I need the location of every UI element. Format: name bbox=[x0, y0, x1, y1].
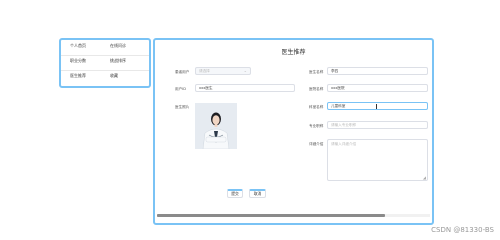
doctor-photo[interactable] bbox=[195, 103, 237, 149]
menu-item-sort[interactable]: 挑战排序 bbox=[110, 58, 126, 64]
cancel-button[interactable]: 取消 bbox=[249, 189, 266, 198]
category-label: 患者用户 bbox=[175, 70, 190, 74]
username-label: 用户ID bbox=[175, 87, 187, 91]
menu-item-consult[interactable]: 在线问诊 bbox=[110, 43, 126, 49]
category-placeholder: 请选择 bbox=[199, 69, 210, 73]
resize-handle-icon[interactable]: ◢ bbox=[423, 176, 426, 180]
doctor-portrait-image bbox=[195, 103, 237, 149]
horizontal-scrollbar[interactable] bbox=[157, 214, 430, 217]
username-field[interactable]: xxx医生 bbox=[195, 84, 295, 92]
menu-row: 职业分数 挑战排序 bbox=[61, 55, 149, 71]
department-value: 儿童科室 bbox=[331, 104, 346, 108]
chevron-down-icon: ⌄ bbox=[243, 68, 247, 73]
hospital-label: 医院名称 bbox=[309, 87, 324, 91]
title-label: 专业职称 bbox=[309, 124, 324, 128]
menu-row: 个人首页 在线问诊 bbox=[61, 40, 149, 56]
photo-label: 医生照片 bbox=[175, 105, 190, 109]
page-title: 医生推荐 bbox=[281, 49, 306, 56]
intro-label: 详细介绍 bbox=[309, 142, 324, 146]
scrollbar-thumb[interactable] bbox=[157, 214, 385, 217]
submit-button[interactable]: 提交 bbox=[227, 189, 243, 198]
intro-placeholder: 请输入详细介绍 bbox=[331, 142, 357, 146]
title-field[interactable]: 请输入专业职称 bbox=[327, 121, 428, 129]
menu-item-home[interactable]: 个人首页 bbox=[70, 43, 86, 49]
name-field[interactable]: 李四 bbox=[327, 67, 428, 75]
doctor-form-panel: 医生推荐 患者用户 请选择 ⌄ 用户ID xxx医生 医生照片 医生名称 李四 … bbox=[153, 38, 434, 225]
name-label: 医生名称 bbox=[309, 70, 324, 74]
text-cursor-icon bbox=[376, 104, 377, 109]
hospital-field[interactable]: xxx医院 bbox=[327, 84, 428, 92]
menu-item-recommend[interactable]: 医生推荐 bbox=[70, 73, 86, 79]
menu-row: 医生推荐 收藏 bbox=[61, 70, 149, 85]
category-select[interactable]: 请选择 ⌄ bbox=[195, 67, 251, 75]
intro-textarea[interactable]: 请输入详细介绍 ◢ bbox=[327, 139, 428, 181]
department-field[interactable]: 儿童科室 bbox=[327, 102, 428, 110]
watermark: CSDN @81330-BS bbox=[431, 226, 494, 234]
department-label: 科室名称 bbox=[309, 105, 324, 109]
menu-item-favorite[interactable]: 收藏 bbox=[110, 73, 118, 79]
menu-item-score[interactable]: 职业分数 bbox=[70, 58, 86, 64]
nav-menu: 个人首页 在线问诊 职业分数 挑战排序 医生推荐 收藏 bbox=[59, 38, 151, 88]
